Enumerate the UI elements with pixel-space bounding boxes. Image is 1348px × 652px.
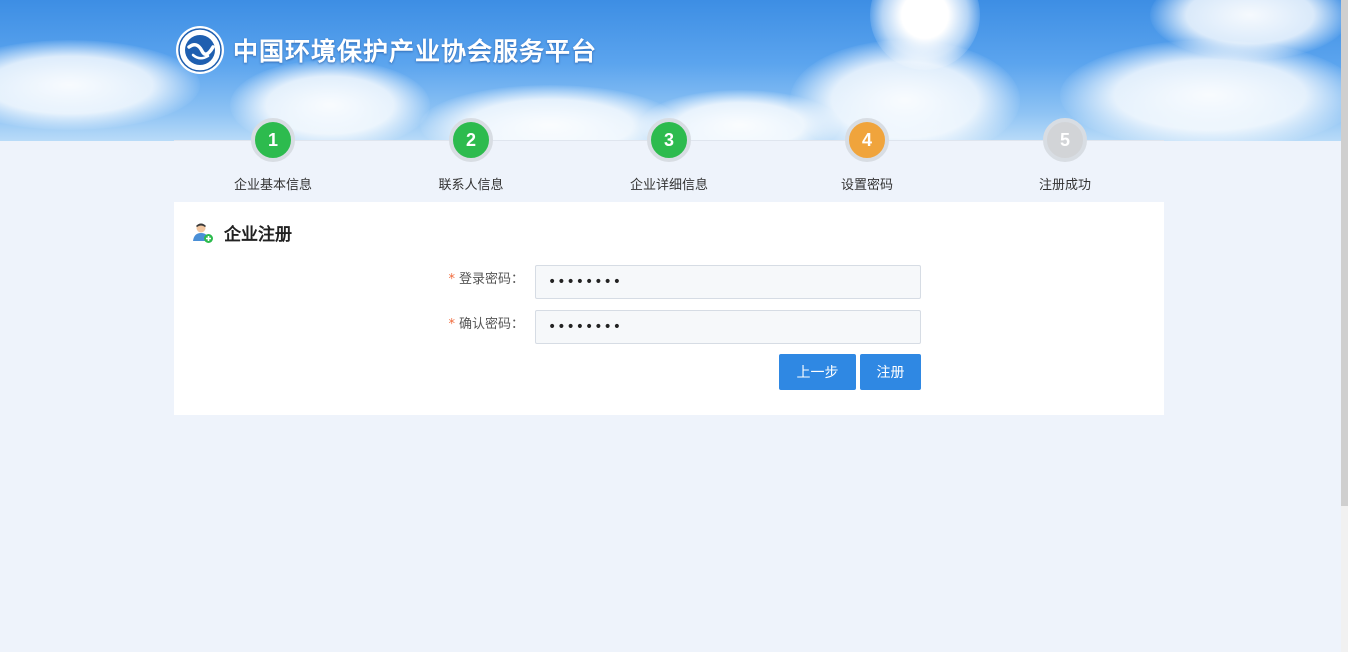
confirm-password-row: * 确认密码：: [174, 310, 1164, 344]
caepi-logo-icon: [176, 26, 224, 74]
step-label: 企业详细信息: [629, 178, 708, 193]
card-header: 企业注册: [192, 220, 292, 245]
step-label: 企业基本信息: [233, 178, 312, 193]
step-4: 4 设置密码: [807, 118, 927, 193]
confirm-password-label: * 确认密码：: [448, 310, 524, 340]
scrollbar-thumb[interactable]: [1341, 0, 1348, 506]
step-label: 联系人信息: [438, 178, 504, 193]
step-number-badge: 3: [647, 118, 691, 162]
previous-step-button[interactable]: 上一步: [779, 354, 856, 390]
step-5: 5 注册成功: [1005, 118, 1125, 193]
step-1: 1 企业基本信息: [213, 118, 333, 193]
step-number-badge: 2: [449, 118, 493, 162]
step-3: 3 企业详细信息: [609, 118, 729, 193]
brand[interactable]: 中国环境保护产业协会服务平台: [175, 25, 597, 75]
card-title: 企业注册: [224, 225, 292, 245]
password-input[interactable]: [535, 265, 921, 299]
site-title: 中国环境保护产业协会服务平台: [233, 37, 598, 66]
password-label-text: 登录密码：: [458, 272, 524, 287]
required-mark: *: [448, 272, 455, 287]
user-add-icon: [193, 223, 213, 243]
step-label: 注册成功: [1038, 178, 1091, 193]
register-button[interactable]: 注册: [860, 354, 921, 390]
required-mark: *: [448, 317, 455, 332]
step-number-badge: 4: [845, 118, 889, 162]
page-scrollbar[interactable]: [1341, 0, 1348, 652]
cloud-graphic: [0, 40, 200, 130]
confirm-password-input[interactable]: [535, 310, 921, 344]
step-number-badge: 1: [251, 118, 295, 162]
confirm-password-label-text: 确认密码：: [458, 317, 524, 332]
step-2: 2 联系人信息: [411, 118, 531, 193]
registration-card: 企业注册 * 登录密码： * 确认密码： 上一步 注册: [174, 202, 1164, 415]
step-label: 设置密码: [840, 178, 893, 193]
step-number-badge: 5: [1043, 118, 1087, 162]
password-label: * 登录密码：: [448, 265, 524, 295]
password-row: * 登录密码：: [174, 265, 1164, 299]
page: 中国环境保护产业协会服务平台 1 企业基本信息 2 联系人信息 3 企业详细信息…: [0, 0, 1348, 652]
